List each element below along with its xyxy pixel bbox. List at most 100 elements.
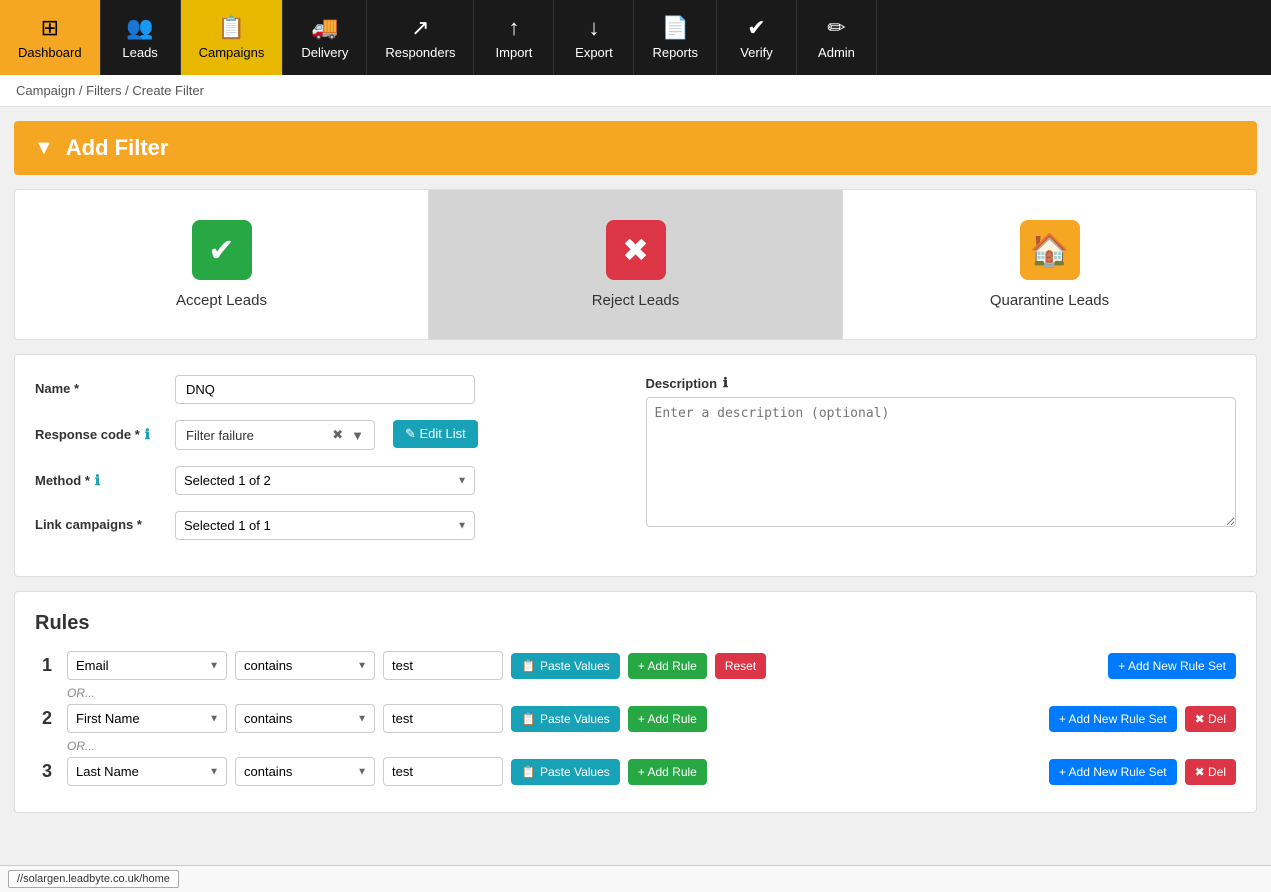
- quarantine-icon: 🏠: [1020, 220, 1080, 280]
- nav-admin[interactable]: ✏ Admin: [797, 0, 877, 75]
- rule-1-paste-button[interactable]: 📋 Paste Values: [511, 653, 620, 679]
- description-info-icon[interactable]: ℹ: [723, 375, 728, 391]
- reject-label: Reject Leads: [592, 292, 680, 309]
- rule-3-del-button[interactable]: ✖ Del: [1185, 759, 1236, 785]
- method-info-icon[interactable]: ℹ: [95, 472, 100, 489]
- nav-export-label: Export: [575, 45, 613, 60]
- responders-icon: ↗: [411, 15, 429, 41]
- admin-icon: ✏: [827, 15, 845, 41]
- link-campaigns-row: Link campaigns * Selected 1 of 1: [35, 511, 626, 540]
- response-code-clear-btn[interactable]: ✖: [332, 427, 343, 443]
- rule-2-condition-select[interactable]: contains equals: [235, 704, 375, 733]
- paste-icon-2: 📋: [521, 712, 536, 726]
- rule-1-reset-button[interactable]: Reset: [715, 653, 766, 679]
- rule-1-field-wrap: Email First Name Last Name: [67, 651, 227, 680]
- reports-icon: 📄: [662, 15, 689, 41]
- response-code-info-icon[interactable]: ℹ: [145, 426, 150, 443]
- rule-3-field-wrap: Email First Name Last Name: [67, 757, 227, 786]
- rule-3-condition-wrap: contains equals: [235, 757, 375, 786]
- or-divider-1: OR...: [67, 686, 1236, 700]
- rule-row-2: 2 Email First Name Last Name contains eq…: [35, 704, 1236, 733]
- description-section: Description ℹ: [646, 375, 1237, 556]
- rule-row-1: 1 Email First Name Last Name contains eq…: [35, 651, 1236, 680]
- filter-card-quarantine[interactable]: 🏠 Quarantine Leads: [843, 190, 1256, 339]
- rule-2-del-button[interactable]: ✖ Del: [1185, 706, 1236, 732]
- verify-icon: ✔: [747, 15, 765, 41]
- method-select[interactable]: Selected 1 of 2: [175, 466, 475, 495]
- method-row: Method * ℹ Selected 1 of 2: [35, 466, 626, 495]
- nav-reports-label: Reports: [652, 45, 698, 60]
- breadcrumb-filters[interactable]: Filters: [86, 83, 121, 98]
- rules-section: Rules 1 Email First Name Last Name conta…: [14, 591, 1257, 813]
- name-input[interactable]: [175, 375, 475, 404]
- rule-3-condition-select[interactable]: contains equals: [235, 757, 375, 786]
- nav-export[interactable]: ↓ Export: [554, 0, 634, 75]
- link-campaigns-select[interactable]: Selected 1 of 1: [175, 511, 475, 540]
- filter-icon: ▼: [34, 137, 54, 160]
- nav-delivery[interactable]: 🚚 Delivery: [283, 0, 367, 75]
- nav-verify-label: Verify: [740, 45, 773, 60]
- method-select-wrap: Selected 1 of 2: [175, 466, 475, 495]
- rule-1-add-rule-button[interactable]: + Add Rule: [628, 653, 707, 679]
- rule-3-field-select[interactable]: Email First Name Last Name: [67, 757, 227, 786]
- rules-title: Rules: [35, 612, 1236, 635]
- breadcrumb-campaign[interactable]: Campaign: [16, 83, 75, 98]
- filter-cards: ✔ Accept Leads ✖ Reject Leads 🏠 Quaranti…: [14, 189, 1257, 340]
- nav-admin-label: Admin: [818, 45, 855, 60]
- nav-dashboard[interactable]: ⊞ Dashboard: [0, 0, 101, 75]
- nav-import[interactable]: ↑ Import: [474, 0, 554, 75]
- nav-delivery-label: Delivery: [301, 45, 348, 60]
- rule-3-paste-button[interactable]: 📋 Paste Values: [511, 759, 620, 785]
- rule-1-condition-wrap: contains equals: [235, 651, 375, 680]
- breadcrumb-current: Create Filter: [132, 83, 204, 98]
- nav-bar: ⊞ Dashboard 👥 Leads 📋 Campaigns 🚚 Delive…: [0, 0, 1271, 75]
- nav-dashboard-label: Dashboard: [18, 45, 82, 60]
- quarantine-label: Quarantine Leads: [990, 292, 1109, 309]
- nav-import-label: Import: [496, 45, 533, 60]
- response-code-select[interactable]: Filter failure ✖ ▼: [175, 420, 375, 450]
- rule-1-condition-select[interactable]: contains equals: [235, 651, 375, 680]
- description-textarea[interactable]: [646, 397, 1237, 527]
- filter-card-reject[interactable]: ✖ Reject Leads: [429, 190, 843, 339]
- export-icon: ↓: [588, 15, 599, 41]
- rule-2-add-rule-button[interactable]: + Add Rule: [628, 706, 707, 732]
- rule-1-value-input[interactable]: [383, 651, 503, 680]
- rule-1-field-select[interactable]: Email First Name Last Name: [67, 651, 227, 680]
- reject-icon: ✖: [606, 220, 666, 280]
- rule-2-add-rule-set-button[interactable]: + Add New Rule Set: [1049, 706, 1177, 732]
- nav-campaigns-label: Campaigns: [199, 45, 265, 60]
- link-campaigns-label: Link campaigns *: [35, 511, 165, 532]
- nav-verify[interactable]: ✔ Verify: [717, 0, 797, 75]
- rule-2-field-select[interactable]: Email First Name Last Name: [67, 704, 227, 733]
- or-divider-2: OR...: [67, 739, 1236, 753]
- nav-campaigns[interactable]: 📋 Campaigns: [181, 0, 284, 75]
- name-label: Name *: [35, 375, 165, 396]
- nav-leads[interactable]: 👥 Leads: [101, 0, 181, 75]
- status-bar: //solargen.leadbyte.co.uk/home: [0, 865, 1271, 892]
- rule-3-add-rule-set-button[interactable]: + Add New Rule Set: [1049, 759, 1177, 785]
- delivery-icon: 🚚: [311, 15, 338, 41]
- paste-icon-1: 📋: [521, 659, 536, 673]
- edit-list-button[interactable]: ✎ Edit List: [393, 420, 478, 448]
- response-code-value: Filter failure: [186, 428, 254, 443]
- nav-responders-label: Responders: [385, 45, 455, 60]
- description-label: Description ℹ: [646, 375, 1237, 391]
- rule-3-add-rule-button[interactable]: + Add Rule: [628, 759, 707, 785]
- rule-1-add-rule-set-button[interactable]: + Add New Rule Set: [1108, 653, 1236, 679]
- filter-card-accept[interactable]: ✔ Accept Leads: [15, 190, 429, 339]
- form-section: Name * Response code * ℹ Filter failure …: [14, 354, 1257, 577]
- page-title: Add Filter: [66, 135, 169, 161]
- campaigns-icon: 📋: [218, 15, 245, 41]
- rule-2-condition-wrap: contains equals: [235, 704, 375, 733]
- rule-3-value-input[interactable]: [383, 757, 503, 786]
- breadcrumb: Campaign / Filters / Create Filter: [0, 75, 1271, 107]
- nav-reports[interactable]: 📄 Reports: [634, 0, 717, 75]
- link-campaigns-select-wrap: Selected 1 of 1: [175, 511, 475, 540]
- rule-2-paste-button[interactable]: 📋 Paste Values: [511, 706, 620, 732]
- nav-leads-label: Leads: [122, 45, 157, 60]
- response-code-label: Response code * ℹ: [35, 420, 165, 443]
- rule-2-value-input[interactable]: [383, 704, 503, 733]
- rule-row-3: 3 Email First Name Last Name contains eq…: [35, 757, 1236, 786]
- response-code-arrow-icon: ▼: [351, 428, 364, 443]
- nav-responders[interactable]: ↗ Responders: [367, 0, 474, 75]
